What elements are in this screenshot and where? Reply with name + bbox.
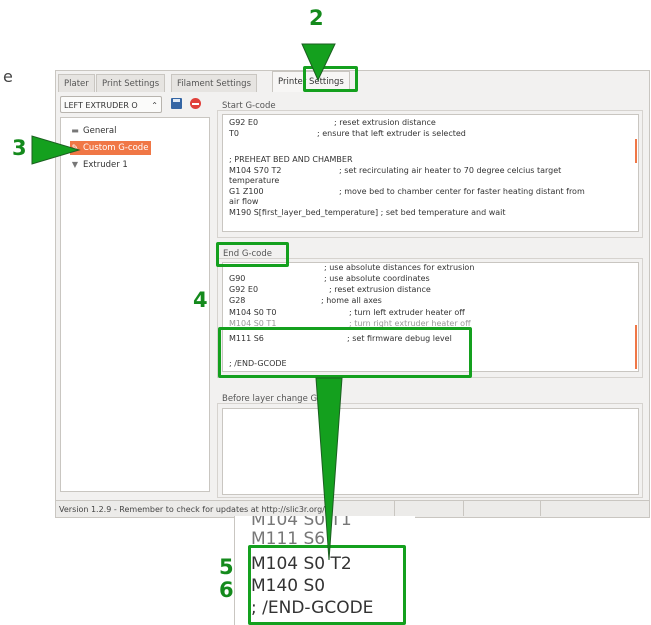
annotation-number: 3 bbox=[12, 136, 27, 160]
arrow-down-long-icon bbox=[315, 377, 343, 561]
annotation-arrows bbox=[31, 43, 343, 561]
annotation-number: 2 bbox=[309, 6, 324, 30]
annotation-number: 5 bbox=[219, 555, 234, 579]
annotation-number: 6 bbox=[219, 578, 234, 602]
arrow-down-icon bbox=[301, 43, 336, 82]
arrow-right-icon bbox=[31, 135, 81, 165]
annotation-number: 4 bbox=[193, 288, 208, 312]
